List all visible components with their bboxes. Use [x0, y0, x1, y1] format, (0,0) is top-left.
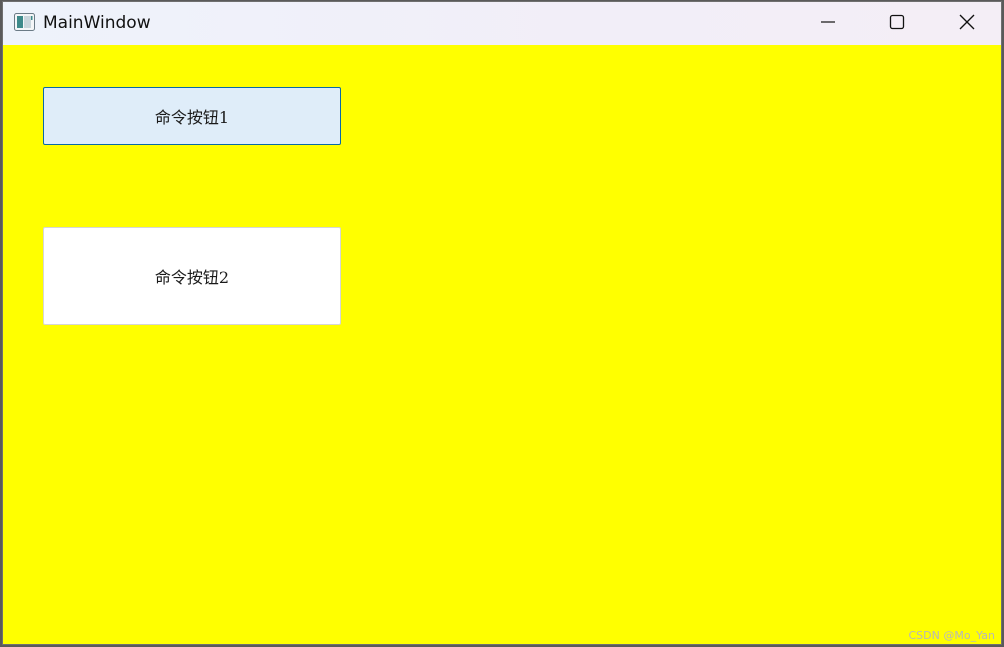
window-title: MainWindow: [43, 13, 151, 33]
minimize-icon: [820, 14, 836, 34]
maximize-icon: [889, 14, 905, 34]
close-icon: [958, 13, 976, 35]
minimize-button[interactable]: [793, 2, 863, 45]
maximize-button[interactable]: [862, 2, 932, 45]
title-bar[interactable]: MainWindow: [3, 2, 1001, 45]
main-window: MainWindow 命令按钮1 命令按钮2 CSDN @Mo_Yan: [2, 1, 1002, 645]
command-button-2-label: 命令按钮2: [154, 268, 230, 287]
command-button-1[interactable]: 命令按钮1: [43, 87, 341, 145]
command-button-1-label: 命令按钮1: [154, 108, 230, 127]
close-button[interactable]: [932, 2, 1001, 45]
app-window-icon: [14, 13, 35, 31]
watermark: CSDN @Mo_Yan: [908, 629, 996, 642]
command-button-2[interactable]: 命令按钮2: [43, 227, 341, 325]
client-area: 命令按钮1 命令按钮2 CSDN @Mo_Yan: [3, 45, 1001, 644]
